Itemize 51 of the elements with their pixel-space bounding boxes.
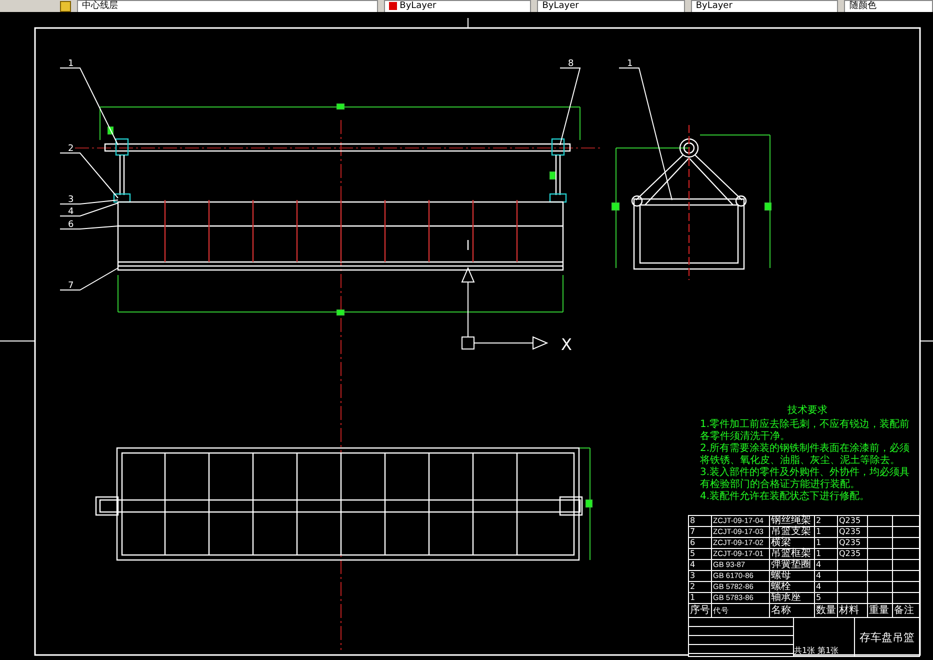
notes-title: 技术要求 <box>786 405 828 417</box>
table-cell: Q235 <box>838 549 868 559</box>
axis-label: X <box>561 335 572 354</box>
table-cell: Q235 <box>838 527 868 537</box>
table-cell: 2 <box>815 516 838 526</box>
technical-note: 3.装入部件的零件及外购件、外协件，均必须具有检验部门的合格证方能进行装配。 <box>700 467 911 490</box>
part-number: 3 <box>68 195 74 205</box>
table-cell: 5 <box>815 593 838 603</box>
sheet-number: 共1张 第1张 <box>794 646 839 656</box>
table-cell: 8 <box>689 516 712 526</box>
table-cell: 1 <box>815 549 838 559</box>
part-number: 6 <box>68 220 74 230</box>
table-cell: Q235 <box>838 538 868 548</box>
technical-note: 2.所有需要涂装的钢铁制件表面在涂漆前，必须将铁锈、氧化皮、油脂、灰尘、泥土等除去。 <box>700 443 911 466</box>
part-number: 1 <box>627 59 633 69</box>
ucs-icon <box>461 266 548 350</box>
table-cell: 3 <box>689 571 712 581</box>
part-number: 7 <box>68 281 74 291</box>
table-cell: Q235 <box>838 516 868 526</box>
table-cell: 1 <box>815 527 838 537</box>
leader-line <box>60 226 118 230</box>
leader-line <box>60 268 118 290</box>
part-number: 8 <box>568 59 574 69</box>
table-cell: 1 <box>815 538 838 548</box>
property-dropdown[interactable]: 随颜色 <box>844 0 933 12</box>
table-cell: 4 <box>815 582 838 592</box>
property-dropdown[interactable]: ByLayer <box>690 0 838 12</box>
table-cell: 4 <box>815 571 838 581</box>
drawing-title: 存车盘吊篮 <box>860 630 914 644</box>
column-header: 名称 <box>770 604 815 617</box>
layer-dropdown[interactable]: 中心线层 <box>76 0 378 12</box>
column-header: 备注 <box>893 604 915 617</box>
table-cell: 6 <box>689 538 712 548</box>
table-cell: 7 <box>689 527 712 537</box>
technical-note: 1.零件加工前应去除毛刺，不应有锐边，装配前各零件须清洗干净。 <box>700 419 911 442</box>
table-cell: 1 <box>689 593 712 603</box>
column-header: 序号 <box>689 604 712 617</box>
column-header: 材料 <box>838 604 868 617</box>
property-dropdown[interactable]: ByLayer <box>537 0 685 12</box>
table-cell: 4 <box>689 560 712 570</box>
property-dropdown[interactable]: ByLayer <box>384 0 532 12</box>
table-cell: 4 <box>815 560 838 570</box>
part-number: 1 <box>68 59 74 69</box>
part-number: 4 <box>68 207 74 217</box>
technical-note: 4.装配件允许在装配状态下进行修配。 <box>700 491 871 503</box>
layer-icon[interactable] <box>60 0 71 12</box>
table-cell: 5 <box>689 549 712 559</box>
part-number: 2 <box>68 144 74 154</box>
table-cell: 2 <box>689 582 712 592</box>
column-header: 数量 <box>815 604 838 617</box>
column-header: 重量 <box>868 604 893 617</box>
